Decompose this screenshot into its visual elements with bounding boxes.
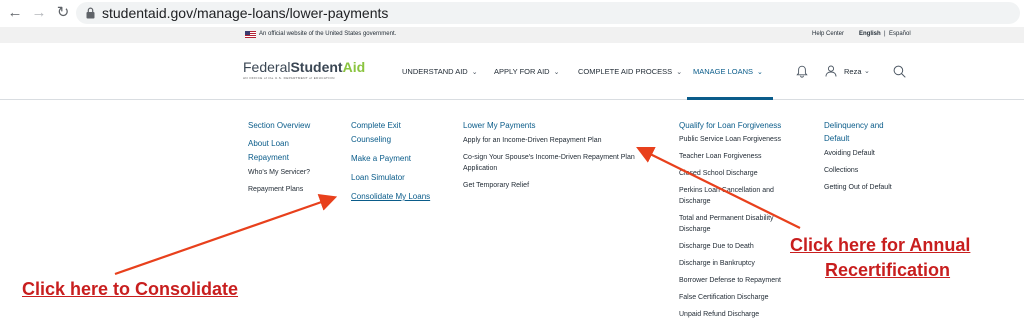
consolidate-arrow <box>114 194 338 276</box>
menu-borrower-defense[interactable]: Borrower Defense to Repayment <box>679 276 781 286</box>
annotation-recert-line2: Recertification <box>825 260 951 280</box>
menu-whos-my-servicer[interactable]: Who's My Servicer? <box>248 168 310 178</box>
menu-section-overview[interactable]: Section Overview <box>248 120 310 131</box>
browser-toolbar: ← → ↻ studentaid.gov/manage-loans/lower-… <box>0 0 1024 27</box>
menu-delinquency-default-line2[interactable]: Default <box>824 133 849 144</box>
logo-subtitle: AN OFFICE of the U.S. DEPARTMENT of EDUC… <box>243 76 335 80</box>
search-icon[interactable] <box>893 65 906 78</box>
back-arrow-icon[interactable]: ← <box>6 4 24 22</box>
menu-complete-exit-counseling-line2[interactable]: Counseling <box>351 134 391 145</box>
menu-cosign-idr[interactable]: Co-sign Your Spouse's Income-Driven Repa… <box>463 153 635 163</box>
menu-cosign-idr-line2[interactable]: Application <box>463 164 497 174</box>
menu-about-loan-repayment-line2[interactable]: Repayment <box>248 152 289 163</box>
nav-complete-aid-process[interactable]: COMPLETE AID PROCESS ⌄ <box>578 67 682 78</box>
menu-tpd-discharge-line2[interactable]: Discharge <box>679 225 711 235</box>
menu-qualify-loan-forgiveness[interactable]: Qualify for Loan Forgiveness <box>679 120 781 131</box>
menu-temporary-relief[interactable]: Get Temporary Relief <box>463 181 529 191</box>
menu-death-discharge[interactable]: Discharge Due to Death <box>679 242 754 252</box>
nav-manage-loans[interactable]: MANAGE LOANS ⌄ <box>693 67 763 78</box>
menu-perkins-cancellation-line2[interactable]: Discharge <box>679 197 711 207</box>
logo-federal-text: Federal <box>243 59 291 75</box>
menu-unpaid-refund[interactable]: Unpaid Refund Discharge <box>679 310 759 320</box>
menu-avoiding-default[interactable]: Avoiding Default <box>824 149 875 159</box>
nav-understand-aid[interactable]: UNDERSTAND AID ⌄ <box>402 67 478 78</box>
logo-student-text: Student <box>290 59 343 75</box>
annotation-consolidate: Click here to Consolidate <box>22 279 239 299</box>
chevron-down-icon: ⌄ <box>553 69 560 76</box>
menu-tpd-discharge[interactable]: Total and Permanent Disability <box>679 214 774 224</box>
menu-perkins-cancellation[interactable]: Perkins Loan Cancellation and <box>679 186 774 196</box>
url-text: studentaid.gov/manage-loans/lower-paymen… <box>102 5 389 21</box>
bell-icon[interactable] <box>796 65 808 78</box>
gov-banner: An official website of the United States… <box>0 27 1024 43</box>
nav-manage-loans-label: MANAGE LOANS <box>693 67 754 76</box>
forward-arrow-icon[interactable]: → <box>30 4 48 22</box>
nav-apply-for-aid-label: APPLY FOR AID <box>494 67 550 76</box>
site-header: FederalStudentAid AN OFFICE of the U.S. … <box>0 43 1024 100</box>
menu-make-a-payment[interactable]: Make a Payment <box>351 153 411 164</box>
menu-getting-out-of-default[interactable]: Getting Out of Default <box>824 183 892 193</box>
menu-collections[interactable]: Collections <box>824 166 858 176</box>
menu-consolidate-my-loans[interactable]: Consolidate My Loans <box>351 191 430 202</box>
help-center-link[interactable]: Help Center <box>812 30 844 39</box>
menu-lower-my-payments[interactable]: Lower My Payments <box>463 120 535 131</box>
user-icon[interactable] <box>825 65 837 77</box>
logo-aid-text: Aid <box>342 59 366 75</box>
nav-complete-aid-process-label: COMPLETE AID PROCESS <box>578 67 673 76</box>
annotation-recert-line1: Click here for Annual <box>790 235 971 255</box>
menu-false-certification[interactable]: False Certification Discharge <box>679 293 768 303</box>
lang-espanol-link[interactable]: Español <box>889 30 911 39</box>
lang-english-link[interactable]: English <box>859 30 881 39</box>
chevron-down-icon: ⌄ <box>676 69 683 76</box>
chevron-down-icon[interactable]: ⌄ <box>864 67 870 77</box>
address-bar[interactable]: studentaid.gov/manage-loans/lower-paymen… <box>76 2 1020 24</box>
menu-about-loan-repayment[interactable]: About Loan <box>248 138 289 149</box>
user-name[interactable]: Reza <box>844 67 862 77</box>
reload-icon[interactable]: ↻ <box>54 4 72 22</box>
us-flag-icon <box>245 31 256 38</box>
menu-loan-simulator[interactable]: Loan Simulator <box>351 172 405 183</box>
nav-apply-for-aid[interactable]: APPLY FOR AID ⌄ <box>494 67 559 78</box>
nav-understand-aid-label: UNDERSTAND AID <box>402 67 468 76</box>
lang-separator: | <box>884 31 886 37</box>
lock-icon <box>86 7 95 19</box>
menu-closed-school[interactable]: Closed School Discharge <box>679 169 758 179</box>
chevron-down-icon: ⌄ <box>757 69 763 76</box>
active-nav-indicator <box>687 97 773 100</box>
menu-delinquency-default[interactable]: Delinquency and <box>824 120 884 131</box>
menu-pslf[interactable]: Public Service Loan Forgiveness <box>679 135 781 145</box>
federal-student-aid-logo[interactable]: FederalStudentAid AN OFFICE of the U.S. … <box>243 59 365 80</box>
chevron-down-icon: ⌄ <box>471 69 478 76</box>
menu-complete-exit-counseling[interactable]: Complete Exit <box>351 120 401 131</box>
menu-apply-idr-plan[interactable]: Apply for an Income-Driven Repayment Pla… <box>463 136 602 146</box>
menu-teacher-forgiveness[interactable]: Teacher Loan Forgiveness <box>679 152 762 162</box>
menu-repayment-plans[interactable]: Repayment Plans <box>248 185 303 195</box>
menu-bankruptcy-discharge[interactable]: Discharge in Bankruptcy <box>679 259 755 269</box>
official-site-text: An official website of the United States… <box>259 31 397 37</box>
